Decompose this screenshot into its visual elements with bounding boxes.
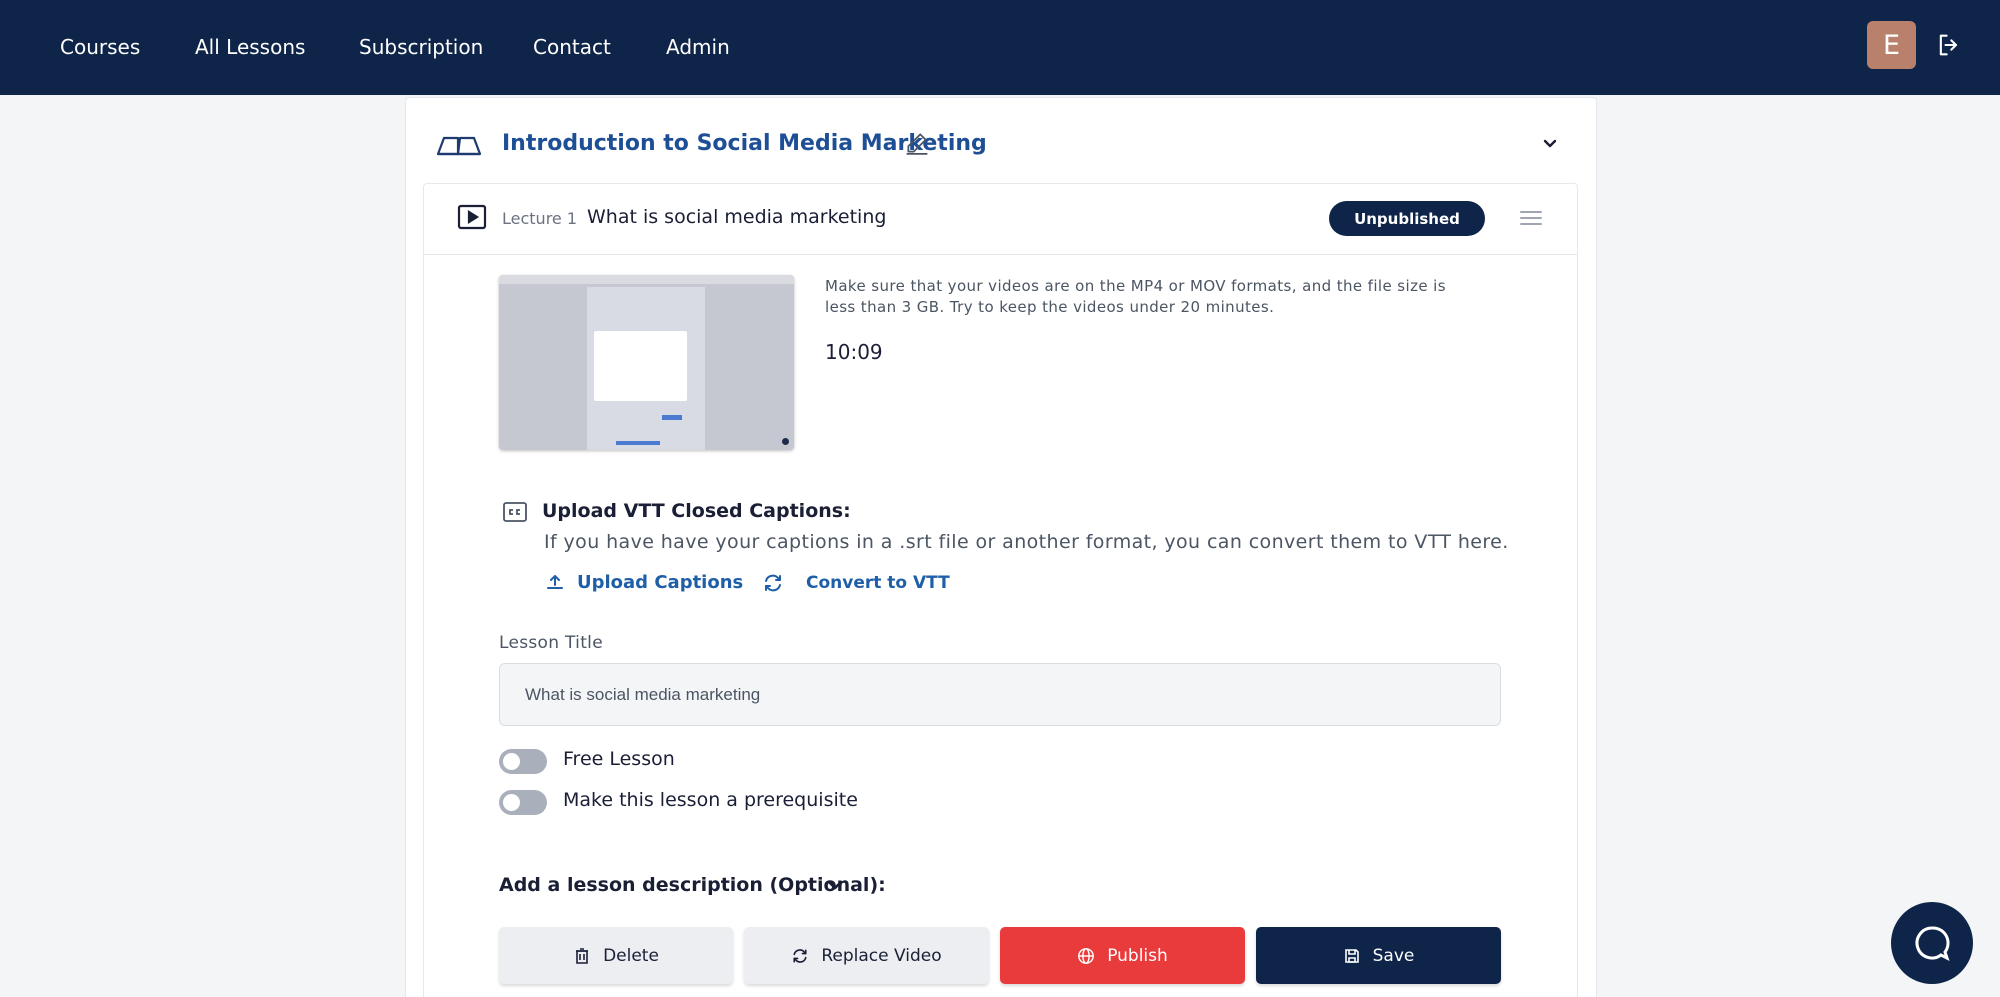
refresh-icon: [793, 948, 807, 963]
free-lesson-toggle[interactable]: [499, 749, 547, 774]
prerequisite-toggle[interactable]: [499, 790, 547, 815]
drag-handle-icon[interactable]: [1519, 209, 1543, 227]
nav-subscription[interactable]: Subscription: [359, 35, 483, 59]
save-label: Save: [1372, 945, 1415, 966]
upload-icon[interactable]: [545, 572, 565, 592]
globe-icon: [1078, 947, 1095, 964]
publish-button[interactable]: Publish: [1000, 927, 1245, 984]
trash-icon: [576, 947, 589, 964]
prerequisite-label: Make this lesson a prerequisite: [563, 789, 858, 811]
delete-button[interactable]: Delete: [499, 927, 733, 984]
nav-courses[interactable]: Courses: [60, 35, 140, 59]
upload-captions-button[interactable]: Upload Captions: [577, 572, 743, 593]
lecture-number: Lecture 1: [502, 209, 578, 228]
lesson-title-input[interactable]: [499, 663, 1501, 726]
publish-label: Publish: [1107, 945, 1168, 966]
refresh-icon[interactable]: [762, 572, 784, 594]
captions-description: If you have have your captions in a .srt…: [544, 531, 1509, 553]
nav-all-lessons[interactable]: All Lessons: [195, 35, 305, 59]
free-lesson-label: Free Lesson: [563, 748, 675, 770]
book-open-icon: [436, 136, 482, 156]
lecture-title[interactable]: What is social media marketing: [587, 206, 886, 228]
convert-to-vtt-button[interactable]: Convert to VTT: [806, 573, 950, 593]
divider: [423, 254, 1578, 255]
nav-admin[interactable]: Admin: [666, 35, 730, 59]
video-duration: 10:09: [825, 340, 883, 364]
chat-bubble-icon: [1915, 926, 1950, 961]
nav-contact[interactable]: Contact: [533, 35, 611, 59]
chat-button[interactable]: [1891, 902, 1973, 984]
save-button[interactable]: Save: [1256, 927, 1501, 984]
closed-captions-icon: [503, 502, 527, 522]
status-badge[interactable]: Unpublished: [1329, 201, 1485, 236]
avatar[interactable]: E: [1867, 21, 1916, 69]
chevron-down-icon[interactable]: [1540, 133, 1560, 153]
top-nav: Courses All Lessons Subscription Contact…: [0, 0, 2000, 95]
video-requirements-note: Make sure that your videos are on the MP…: [825, 277, 1446, 316]
logout-icon[interactable]: [1935, 31, 1963, 59]
replace-video-label: Replace Video: [821, 945, 942, 966]
floppy-disk-icon: [1344, 948, 1359, 963]
chevron-down-icon[interactable]: [824, 875, 846, 895]
replace-video-button[interactable]: Replace Video: [744, 927, 989, 984]
video-thumbnail[interactable]: [499, 275, 794, 450]
pencil-icon[interactable]: [904, 130, 930, 156]
video-play-icon: [457, 204, 487, 230]
captions-title: Upload VTT Closed Captions:: [542, 500, 851, 522]
delete-label: Delete: [603, 945, 659, 966]
lesson-title-label: Lesson Title: [499, 633, 603, 653]
